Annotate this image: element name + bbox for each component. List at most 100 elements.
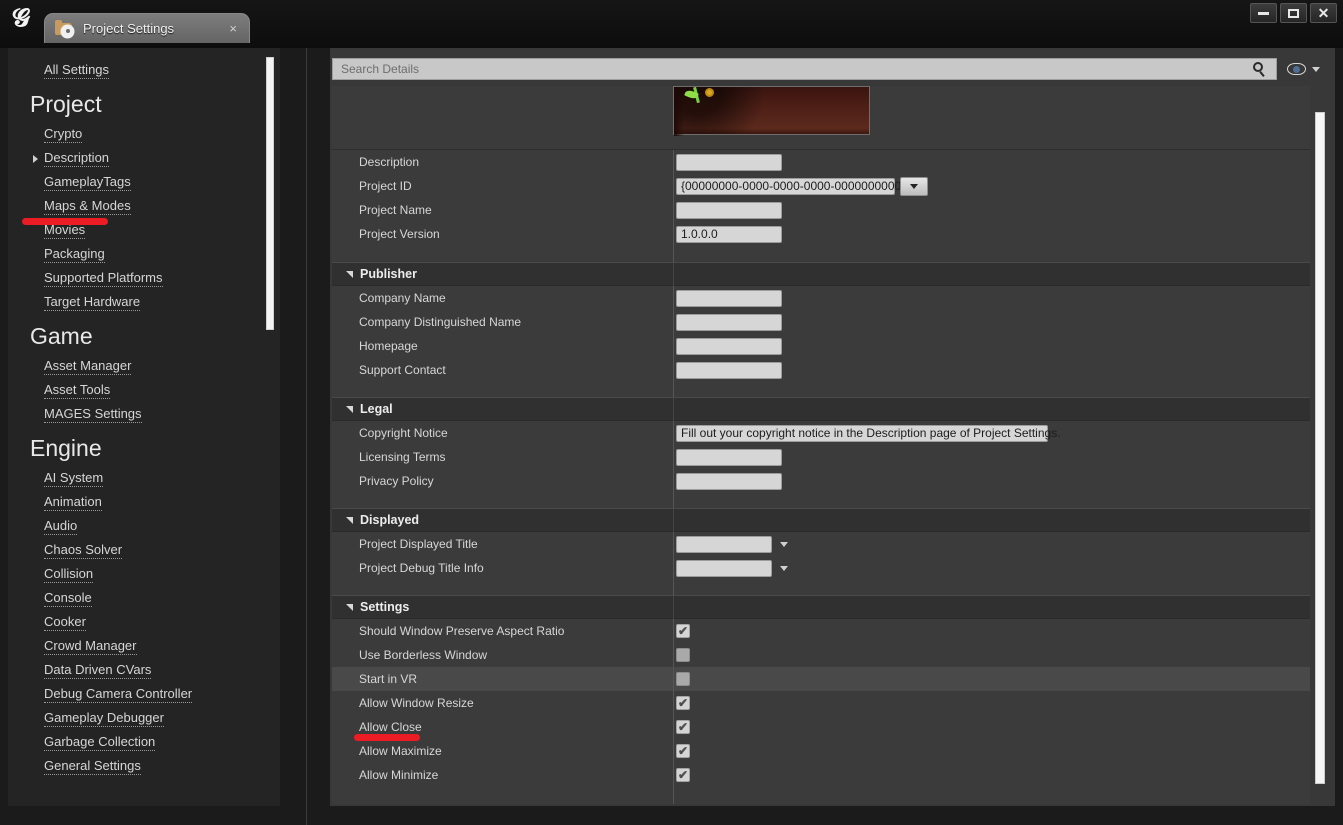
property-row-project-id[interactable]: Project ID {00000000-0000-0000-0000-00000… [332,174,1310,198]
sidebar-scrollbar[interactable] [264,48,276,806]
property-row-use-borderless-window[interactable]: Use Borderless Window [332,643,1310,667]
maximize-button[interactable] [1280,3,1307,23]
section-header-displayed[interactable]: Displayed [332,508,1310,533]
property-row-project-name[interactable]: Project Name [332,198,1310,222]
sidebar-item-asset-tools[interactable]: Asset Tools [8,378,280,402]
collapse-triangle-icon[interactable] [346,516,353,524]
input-copyright-notice[interactable]: Fill out your copyright notice in the De… [676,424,1061,442]
property-row-description[interactable]: Description [332,150,1310,174]
checkbox-allow-minimize[interactable]: ✔ [676,768,690,782]
search-input[interactable]: Search Details [332,58,1277,80]
property-value [676,556,788,580]
input-project-name[interactable] [676,201,782,219]
sidebar-item-audio[interactable]: Audio [8,514,280,538]
column-divider [673,150,674,174]
dropdown-button-project-id[interactable] [900,176,928,196]
chevron-down-icon[interactable] [780,541,788,547]
property-row-privacy-policy[interactable]: Privacy Policy [332,469,1310,493]
close-icon[interactable]: × [229,22,237,35]
property-row-homepage[interactable]: Homepage [332,334,1310,358]
property-row-company-distinguished-name[interactable]: Company Distinguished Name [332,310,1310,334]
sidebar-item-data-driven-cvars[interactable]: Data Driven CVars [8,658,280,682]
sidebar-item-animation[interactable]: Animation [8,490,280,514]
sidebar-item-label: Data Driven CVars [44,662,152,679]
expand-arrow-icon[interactable] [33,155,38,163]
input-company-distinguished-name[interactable] [676,313,782,331]
eye-icon[interactable] [1287,62,1306,76]
sidebar-item-asset-manager[interactable]: Asset Manager [8,354,280,378]
sidebar-item-collision[interactable]: Collision [8,562,280,586]
sidebar-item-gameplaytags[interactable]: GameplayTags [8,170,280,194]
sidebar-item-mages-settings[interactable]: MAGES Settings [8,402,280,426]
sidebar-item-target-hardware[interactable]: Target Hardware [8,290,280,314]
tab-project-settings[interactable]: Project Settings × [44,13,250,43]
property-row-start-in-vr[interactable]: Start in VR [332,667,1310,691]
section-header-legal[interactable]: Legal [332,397,1310,422]
property-row-allow-window-resize[interactable]: Allow Window Resize ✔ [332,691,1310,715]
input-homepage[interactable] [676,337,782,355]
minimize-button[interactable] [1250,3,1277,23]
property-row-licensing-terms[interactable]: Licensing Terms [332,445,1310,469]
property-row-company-name[interactable]: Company Name [332,286,1310,310]
sidebar-item-chaos-solver[interactable]: Chaos Solver [8,538,280,562]
collapse-triangle-icon[interactable] [346,270,353,278]
property-value: 1.0.0.0 [676,222,782,246]
property-row-should-window-preserve-aspect-ratio[interactable]: Should Window Preserve Aspect Ratio ✔ [332,619,1310,643]
input-licensing-terms[interactable] [676,448,782,466]
property-row-allow-close[interactable]: Allow Close ✔ [332,715,1310,739]
input-project-version[interactable]: 1.0.0.0 [676,225,782,243]
settings-category-sidebar[interactable]: All Settings Project Crypto Description Game… [8,48,280,806]
input-privacy-policy[interactable] [676,472,782,490]
checkbox-allow-maximize[interactable]: ✔ [676,744,690,758]
sidebar-item-gameplay-debugger[interactable]: Gameplay Debugger [8,706,280,730]
property-row-project-debug-title-info[interactable]: Project Debug Title Info [332,556,1310,580]
checkbox-use-borderless-window[interactable] [676,648,690,662]
sidebar-group-engine: Engine [30,435,102,461]
sidebar-item-label: Packaging [44,246,105,263]
details-scrollbar[interactable] [1313,86,1327,804]
sidebar-item-all-settings[interactable]: All Settings [8,58,280,82]
sidebar-item-garbage-collection[interactable]: Garbage Collection [8,730,280,754]
checkbox-start-in-vr[interactable] [676,672,690,686]
sidebar-item-label: Chaos Solver [44,542,123,559]
sidebar-item-ai-system[interactable]: AI System [8,466,280,490]
checkbox-allow-close[interactable]: ✔ [676,720,690,734]
sidebar-item-console[interactable]: Console [8,586,280,610]
sidebar-item-description[interactable]: Description [8,146,280,170]
sidebar-scrollbar-thumb[interactable] [266,57,274,330]
property-row-allow-maximize[interactable]: Allow Maximize ✔ [332,739,1310,763]
chevron-down-icon[interactable] [1312,66,1320,72]
details-scrollbar-thumb[interactable] [1315,112,1325,784]
property-row-copyright-notice[interactable]: Copyright Notice Fill out your copyright … [332,421,1310,445]
checkbox-should-window-preserve-aspect-ratio[interactable]: ✔ [676,624,690,638]
property-value [676,469,782,493]
input-company-name[interactable] [676,289,782,307]
property-row-project-displayed-title[interactable]: Project Displayed Title [332,532,1310,556]
section-header-settings[interactable]: Settings [332,595,1310,620]
input-support-contact[interactable] [676,361,782,379]
sidebar-item-supported-platforms[interactable]: Supported Platforms [8,266,280,290]
sidebar-item-maps-modes[interactable]: Maps & Modes [8,194,280,218]
property-row-allow-minimize[interactable]: Allow Minimize ✔ [332,763,1310,787]
chevron-down-icon[interactable] [780,565,788,571]
sidebar-item-general-settings[interactable]: General Settings [8,754,280,778]
checkbox-allow-window-resize[interactable]: ✔ [676,696,690,710]
close-button[interactable]: ✕ [1310,3,1337,23]
sidebar-item-crowd-manager[interactable]: Crowd Manager [8,634,280,658]
sidebar-item-debug-camera-controller[interactable]: Debug Camera Controller [8,682,280,706]
input-project-displayed-title[interactable] [676,535,772,553]
collapse-triangle-icon[interactable] [346,603,353,611]
sidebar-item-cooker[interactable]: Cooker [8,610,280,634]
sidebar-item-label: Garbage Collection [44,734,156,751]
input-project-id[interactable]: {00000000-0000-0000-0000-000000000000} [676,177,919,195]
collapse-triangle-icon[interactable] [346,405,353,413]
section-header-publisher[interactable]: Publisher [332,262,1310,287]
sidebar-item-packaging[interactable]: Packaging [8,242,280,266]
input-project-debug-title-info[interactable] [676,559,772,577]
project-thumbnail-image[interactable] [673,86,870,136]
sidebar-item-crypto[interactable]: Crypto [8,122,280,146]
magnifier-icon[interactable] [1252,61,1268,77]
input-description[interactable] [676,153,782,171]
property-row-project-version[interactable]: Project Version 1.0.0.0 [332,222,1310,246]
property-row-support-contact[interactable]: Support Contact [332,358,1310,382]
